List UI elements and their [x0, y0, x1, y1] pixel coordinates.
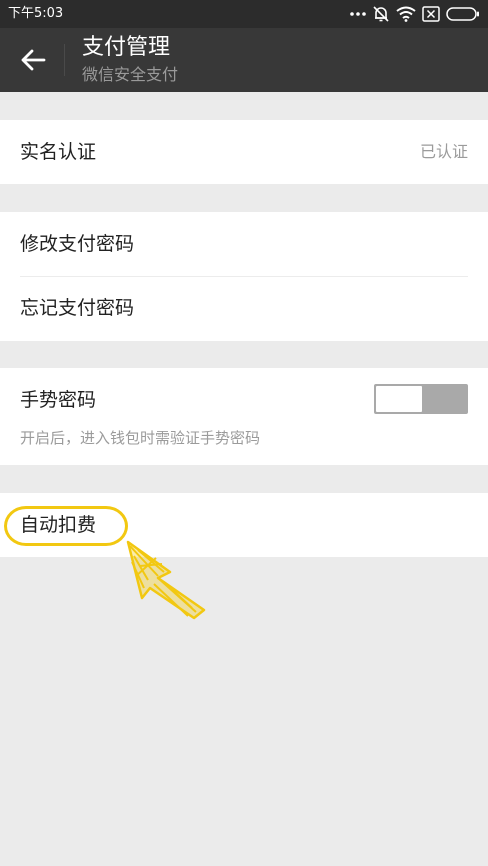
real-name-section: 实名认证 已认证	[0, 120, 488, 184]
wifi-icon	[396, 6, 416, 22]
gesture-section: 手势密码 开启后，进入钱包时需验证手势密码	[0, 368, 488, 465]
change-password-row[interactable]: 修改支付密码	[0, 212, 488, 276]
real-name-status: 已认证	[419, 142, 468, 161]
pointer-arrow-icon	[126, 540, 206, 620]
forgot-password-row[interactable]: 忘记支付密码	[0, 276, 488, 341]
real-name-label: 实名认证	[20, 141, 97, 163]
alarm-off-icon	[373, 6, 389, 22]
status-bar: 下午5:03	[0, 0, 488, 28]
gesture-password-label: 手势密码	[20, 389, 97, 411]
header-divider	[64, 44, 65, 76]
real-name-row[interactable]: 实名认证 已认证	[0, 120, 488, 184]
gesture-password-description: 开启后，进入钱包时需验证手势密码	[20, 429, 261, 447]
change-password-label: 修改支付密码	[20, 233, 135, 255]
back-arrow-icon	[21, 49, 46, 71]
toggle-knob	[376, 386, 422, 412]
sim-off-icon	[422, 6, 440, 22]
page-subtitle: 微信安全支付	[82, 65, 179, 84]
back-button[interactable]	[14, 42, 52, 78]
status-time: 下午5:03	[8, 6, 64, 21]
password-section: 修改支付密码 忘记支付密码	[0, 212, 488, 341]
more-dots-icon	[350, 12, 366, 16]
status-icons	[344, 5, 480, 23]
payment-management-screen: 下午5:03 支付管理 微信安全支付 实名认证 已认证 修改支付密码 忘记支付密…	[0, 0, 488, 866]
forgot-password-label: 忘记支付密码	[20, 297, 135, 319]
battery-icon	[446, 7, 479, 21]
highlight-circle	[4, 506, 128, 546]
gesture-password-toggle[interactable]	[374, 384, 468, 414]
page-title: 支付管理	[82, 35, 171, 60]
app-header: 支付管理 微信安全支付	[0, 28, 488, 92]
